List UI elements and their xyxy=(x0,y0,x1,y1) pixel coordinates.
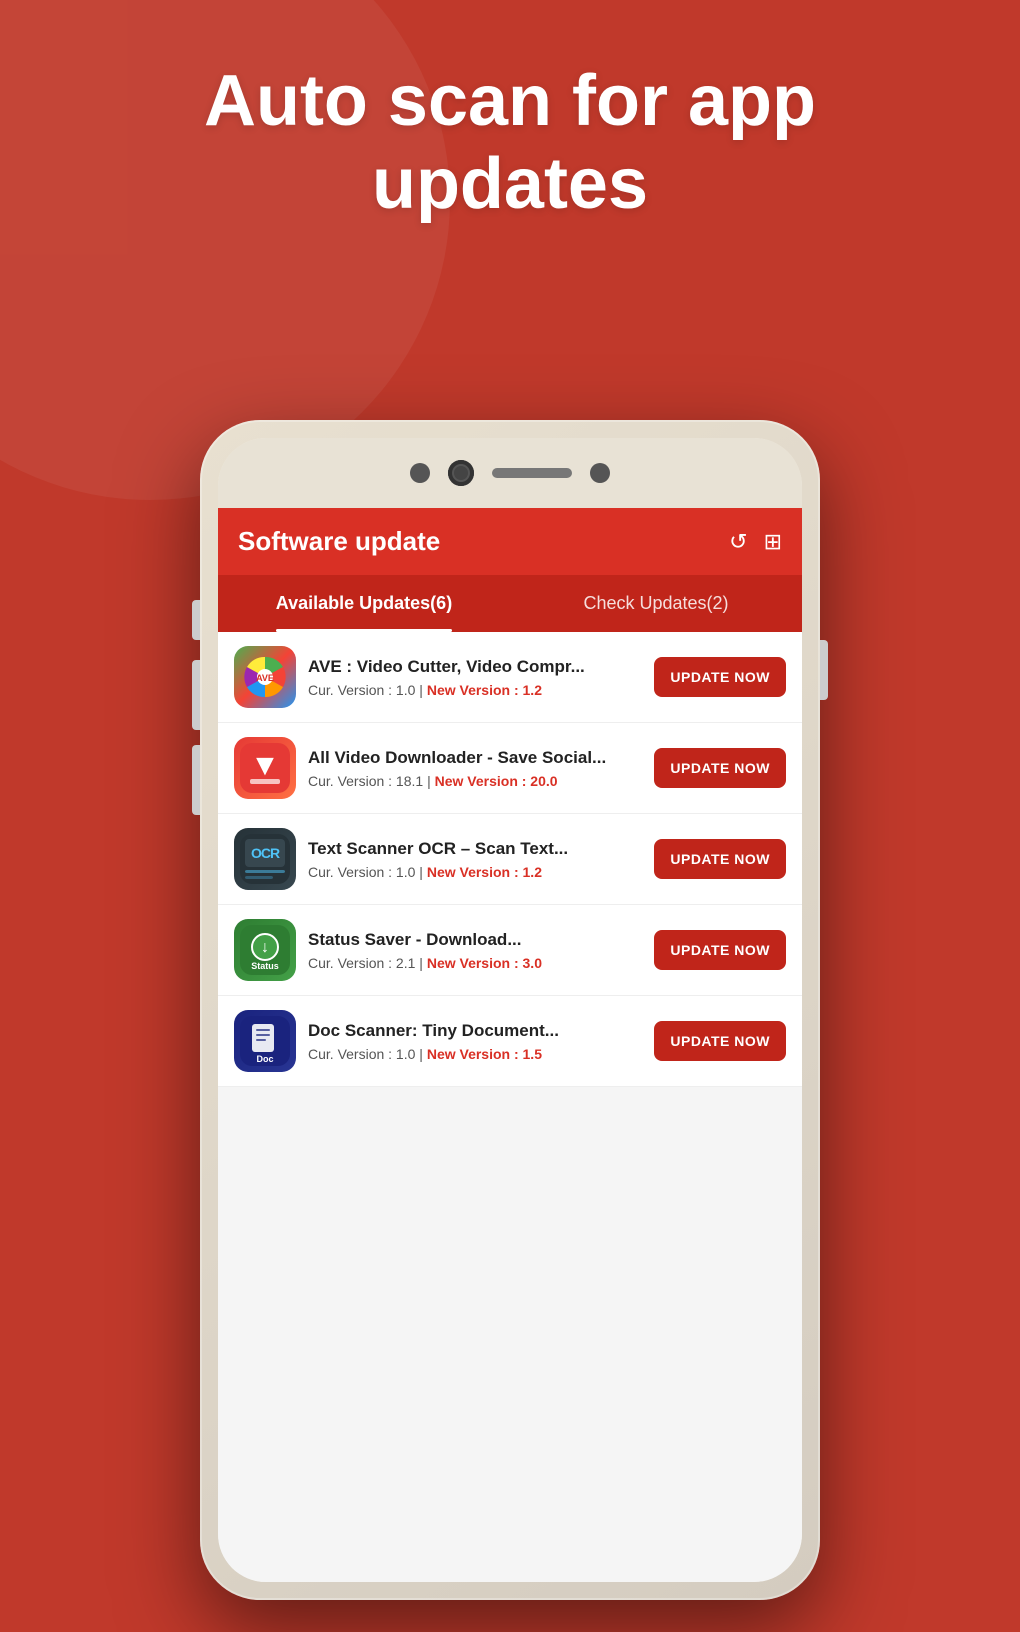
app-icon-ocr: OCR xyxy=(234,828,296,890)
app-version: Cur. Version : 1.0 | New Version : 1.2 xyxy=(308,864,642,880)
grid-icon[interactable]: ⊞ xyxy=(764,529,782,555)
refresh-icon[interactable]: ↺ xyxy=(729,529,747,555)
phone-top-bar xyxy=(218,438,802,508)
app-version: Cur. Version : 2.1 | New Version : 3.0 xyxy=(308,955,642,971)
app-header-title: Software update xyxy=(238,526,440,557)
update-now-button[interactable]: UPDATE NOW xyxy=(654,839,786,879)
app-version: Cur. Version : 18.1 | New Version : 20.0 xyxy=(308,773,642,789)
app-name: All Video Downloader - Save Social... xyxy=(308,748,642,768)
update-now-button[interactable]: UPDATE NOW xyxy=(654,1021,786,1061)
sensor-dot xyxy=(590,463,610,483)
update-now-button[interactable]: UPDATE NOW xyxy=(654,657,786,697)
silent-button xyxy=(192,745,200,815)
phone-outer: Software update ↺ ⊞ Available Updates(6)… xyxy=(200,420,820,1600)
hero-section: Auto scan for app updates xyxy=(0,60,1020,226)
app-info: Status Saver - Download... Cur. Version … xyxy=(308,930,642,971)
app-icon-video-downloader: ▼ xyxy=(234,737,296,799)
tabs-bar: Available Updates(6) Check Updates(2) xyxy=(218,575,802,632)
svg-text:OCR: OCR xyxy=(251,845,280,861)
app-name: AVE : Video Cutter, Video Compr... xyxy=(308,657,642,677)
app-icon-ave: AVE xyxy=(234,646,296,708)
svg-text:↓: ↓ xyxy=(261,939,269,956)
power-button xyxy=(820,640,828,700)
app-version: Cur. Version : 1.0 | New Version : 1.5 xyxy=(308,1046,642,1062)
list-item: Doc Doc Scanner: Tiny Document... Cur. V… xyxy=(218,996,802,1087)
svg-text:Doc: Doc xyxy=(256,1054,273,1064)
volume-down-button xyxy=(192,660,200,730)
svg-text:▼: ▼ xyxy=(250,749,280,782)
app-info: Doc Scanner: Tiny Document... Cur. Versi… xyxy=(308,1021,642,1062)
volume-up-button xyxy=(192,600,200,640)
svg-text:AVE: AVE xyxy=(256,673,274,683)
phone-screen: Software update ↺ ⊞ Available Updates(6)… xyxy=(218,438,802,1582)
phone-mockup: Software update ↺ ⊞ Available Updates(6)… xyxy=(200,420,820,1600)
app-version: Cur. Version : 1.0 | New Version : 1.2 xyxy=(308,682,642,698)
tab-check-updates[interactable]: Check Updates(2) xyxy=(510,575,802,632)
app-icon-doc-scanner: Doc xyxy=(234,1010,296,1072)
tab-available-updates[interactable]: Available Updates(6) xyxy=(218,575,510,632)
app-list: AVE AVE : Video Cutter, Video Compr... C… xyxy=(218,632,802,1087)
app-name: Doc Scanner: Tiny Document... xyxy=(308,1021,642,1041)
app-header: Software update ↺ ⊞ xyxy=(218,508,802,575)
app-name: Status Saver - Download... xyxy=(308,930,642,950)
update-now-button[interactable]: UPDATE NOW xyxy=(654,748,786,788)
app-icon-status-saver: ↓ Status xyxy=(234,919,296,981)
app-info: AVE : Video Cutter, Video Compr... Cur. … xyxy=(308,657,642,698)
header-icons: ↺ ⊞ xyxy=(729,529,782,555)
front-camera-main xyxy=(448,460,474,486)
list-item: ↓ Status Status Saver - Download... Cur.… xyxy=(218,905,802,996)
earpiece-speaker xyxy=(492,468,572,478)
list-item: OCR Text Scanner OCR – Scan Text... Cur.… xyxy=(218,814,802,905)
svg-text:Status: Status xyxy=(251,961,279,971)
app-name: Text Scanner OCR – Scan Text... xyxy=(308,839,642,859)
app-info: Text Scanner OCR – Scan Text... Cur. Ver… xyxy=(308,839,642,880)
hero-title: Auto scan for app updates xyxy=(60,60,960,226)
list-item: AVE AVE : Video Cutter, Video Compr... C… xyxy=(218,632,802,723)
list-item: ▼ All Video Downloader - Save Social... … xyxy=(218,723,802,814)
app-screen: Software update ↺ ⊞ Available Updates(6)… xyxy=(218,508,802,1582)
update-now-button[interactable]: UPDATE NOW xyxy=(654,930,786,970)
app-info: All Video Downloader - Save Social... Cu… xyxy=(308,748,642,789)
front-camera-secondary xyxy=(410,463,430,483)
